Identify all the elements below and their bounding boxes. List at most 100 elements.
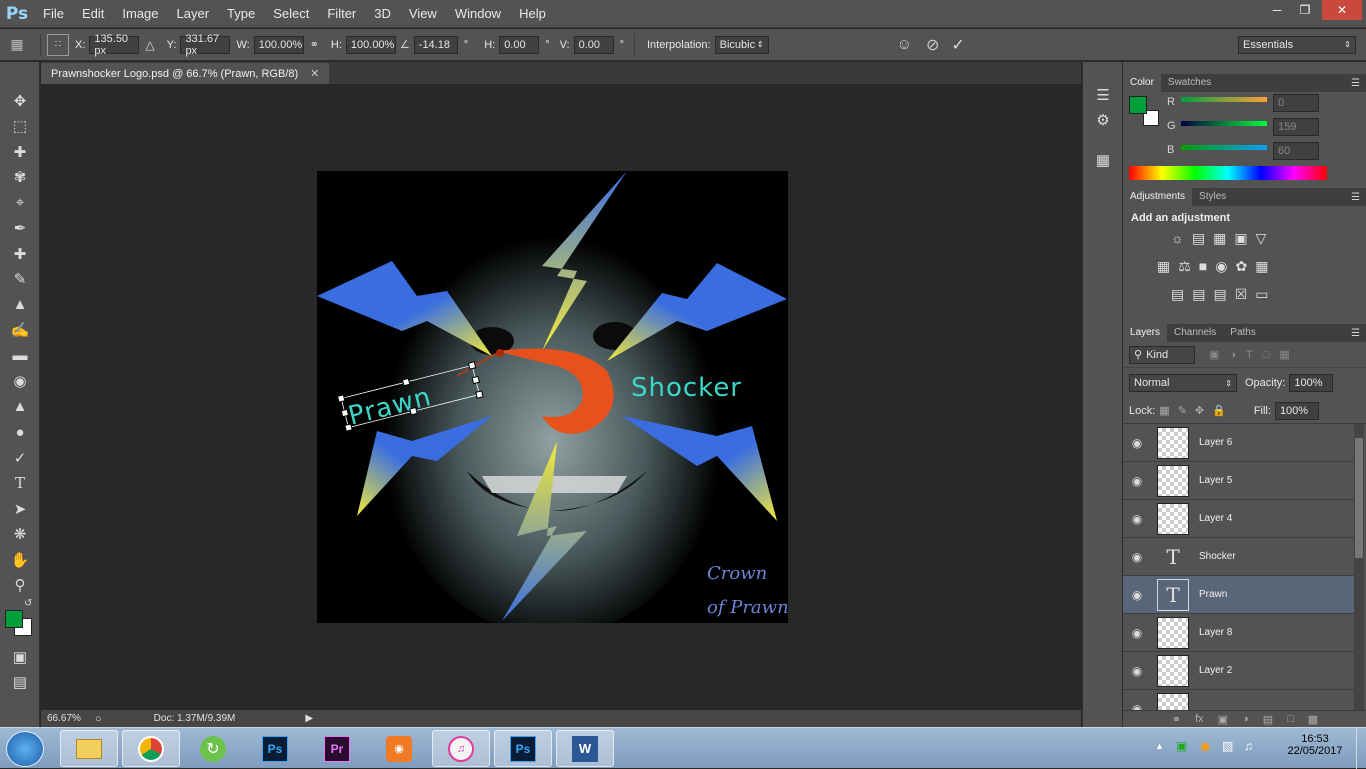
minimize-button[interactable]: ─ — [1262, 0, 1292, 20]
history-panel-icon[interactable]: ☰ — [1083, 82, 1123, 108]
sync-taskbar-icon[interactable]: ↻ — [184, 730, 242, 767]
vskew-field[interactable]: 0.00 — [573, 35, 614, 54]
fill-field[interactable]: 100% — [1274, 401, 1319, 420]
close-tab-icon[interactable]: ✕ — [310, 67, 319, 80]
graphics-tray-icon[interactable]: ▣ — [1176, 739, 1187, 753]
layer-row-partial[interactable]: ◉ — [1123, 690, 1354, 710]
eye-icon[interactable]: ◉ — [1123, 588, 1151, 602]
avast-tray-icon[interactable]: ◉ — [1200, 739, 1210, 753]
foreground-color-swatch[interactable] — [5, 610, 23, 628]
photoshop-taskbar-icon[interactable]: Ps — [246, 730, 304, 767]
close-window-button[interactable]: ✕ — [1322, 0, 1362, 20]
pen-tool-icon[interactable]: ✓ — [0, 445, 40, 471]
menu-select[interactable]: Select — [264, 0, 318, 28]
eye-icon[interactable]: ◉ — [1123, 512, 1151, 526]
tab-layers[interactable]: Layers — [1123, 324, 1168, 342]
blend-mode-select[interactable]: Normal ⇕ — [1129, 374, 1237, 392]
eye-icon[interactable]: ◉ — [1123, 550, 1151, 564]
menu-image[interactable]: Image — [113, 0, 167, 28]
restore-button[interactable]: ❐ — [1290, 0, 1320, 20]
transform-handle[interactable] — [401, 377, 411, 387]
workspace-select[interactable]: Essentials ⇕ — [1238, 35, 1356, 54]
menu-layer[interactable]: Layer — [168, 0, 219, 28]
menu-type[interactable]: Type — [218, 0, 264, 28]
opacity-field[interactable]: 100% — [1289, 374, 1334, 392]
x-field[interactable]: 135.50 px — [89, 33, 140, 57]
screen-mode-icon[interactable]: ▤ — [0, 670, 40, 696]
add-mask-icon[interactable]: ▣ — [1218, 713, 1228, 726]
start-button[interactable] — [6, 731, 44, 767]
chrome-taskbar-icon[interactable] — [122, 730, 180, 767]
lasso-tool-icon[interactable]: ✚ — [0, 139, 40, 165]
dodge-tool-icon[interactable]: ● — [0, 420, 40, 446]
layer-row[interactable]: ◉ Layer 4 — [1123, 500, 1354, 538]
layer-row[interactable]: ◉ Layer 5 — [1123, 462, 1354, 500]
crop-tool-icon[interactable]: ⌖ — [0, 190, 40, 216]
transform-handle[interactable] — [475, 390, 484, 399]
color-spectrum[interactable] — [1129, 166, 1327, 180]
shape-tool-icon[interactable]: ❋ — [0, 522, 40, 548]
swap-colors-icon[interactable]: ↺ — [24, 598, 32, 609]
brightness-icon[interactable]: ☼ — [1171, 230, 1184, 247]
document-tab[interactable]: Prawnshocker Logo.psd @ 66.7% (Prawn, RG… — [41, 63, 329, 84]
paint-bucket-icon[interactable]: ◉ — [0, 369, 40, 395]
delete-layer-icon[interactable]: ▩ — [1308, 713, 1318, 726]
show-desktop-button[interactable] — [1356, 728, 1366, 769]
link-layers-icon[interactable]: ⚭ — [1172, 713, 1181, 726]
menu-view[interactable]: View — [400, 0, 446, 28]
eye-icon[interactable]: ◉ — [1123, 436, 1151, 450]
eraser-tool-icon[interactable]: ▬ — [0, 343, 40, 369]
properties-panel-icon[interactable]: ⚙ — [1083, 108, 1123, 134]
stamp-tool-icon[interactable]: ▲ — [0, 292, 40, 318]
gradient-map-icon[interactable]: ▭ — [1255, 286, 1268, 303]
type-tool-icon[interactable]: T — [0, 471, 40, 497]
photo-filter-icon[interactable]: ◉ — [1215, 258, 1227, 275]
angle-field[interactable]: -14.18 — [413, 35, 458, 54]
layer-row[interactable]: ◉ Layer 2 — [1123, 652, 1354, 690]
commit-transform-icon[interactable]: ✓ — [951, 35, 964, 55]
status-menu-arrow-icon[interactable]: ▶ — [305, 713, 313, 724]
link-icon[interactable]: ⚭ — [310, 38, 319, 51]
panel-menu-icon[interactable]: ☰ — [1351, 192, 1360, 203]
word-taskbar-icon[interactable]: W — [556, 730, 614, 767]
panel-menu-icon[interactable]: ☰ — [1351, 328, 1360, 339]
posterize-icon[interactable]: ▤ — [1192, 286, 1205, 303]
tab-styles[interactable]: Styles — [1192, 188, 1233, 206]
explorer-taskbar-icon[interactable] — [60, 730, 118, 767]
transform-tool-icon[interactable]: ▦ — [0, 36, 34, 53]
network-tray-icon[interactable]: ▧ — [1222, 739, 1233, 753]
g-slider[interactable] — [1181, 121, 1267, 126]
b-field[interactable]: 60 — [1273, 142, 1319, 160]
menu-edit[interactable]: Edit — [73, 0, 113, 28]
panel-menu-icon[interactable]: ☰ — [1351, 78, 1360, 89]
status-info-icon[interactable]: ○ — [95, 713, 102, 725]
adjustment-layer-icon[interactable]: ◑ — [1242, 713, 1249, 725]
r-field[interactable]: 0 — [1273, 94, 1319, 112]
capture-taskbar-icon[interactable]: ◉ — [370, 730, 428, 767]
curves-icon[interactable]: ▦ — [1213, 230, 1226, 247]
layer-row-selected[interactable]: ◉ T Prawn — [1123, 576, 1354, 614]
document-canvas[interactable]: Shocker Prawn Crown of Prawns — [317, 171, 788, 623]
transform-handle[interactable] — [340, 408, 350, 418]
menu-3d[interactable]: 3D — [365, 0, 400, 28]
transform-handle[interactable] — [336, 394, 346, 403]
clock[interactable]: 16:53 22/05/2017 — [1280, 733, 1350, 757]
hskew-field[interactable]: 0.00 — [499, 35, 540, 54]
layer-row[interactable]: ◉ T Shocker — [1123, 538, 1354, 576]
channel-mixer-icon[interactable]: ✿ — [1235, 258, 1247, 275]
interpolation-select[interactable]: Bicubic ⇕ — [714, 35, 769, 54]
menu-filter[interactable]: Filter — [318, 0, 365, 28]
cancel-transform-icon[interactable]: ⊘ — [926, 35, 939, 55]
width-field[interactable]: 100.00% — [253, 35, 304, 54]
layer-row[interactable]: ◉ Layer 8 — [1123, 614, 1354, 652]
b-slider[interactable] — [1181, 145, 1267, 150]
color-balance-icon[interactable]: ⚖ — [1178, 258, 1191, 275]
new-layer-icon[interactable]: □ — [1287, 713, 1294, 725]
brush-tool-icon[interactable]: ✎ — [0, 267, 40, 293]
menu-file[interactable]: File — [34, 0, 73, 28]
quick-select-tool-icon[interactable]: ✾ — [0, 165, 40, 191]
tab-swatches[interactable]: Swatches — [1161, 74, 1218, 92]
levels-icon[interactable]: ▤ — [1192, 230, 1205, 247]
zoom-level[interactable]: 66.67% — [47, 713, 91, 724]
path-select-icon[interactable]: ➤ — [0, 496, 40, 522]
